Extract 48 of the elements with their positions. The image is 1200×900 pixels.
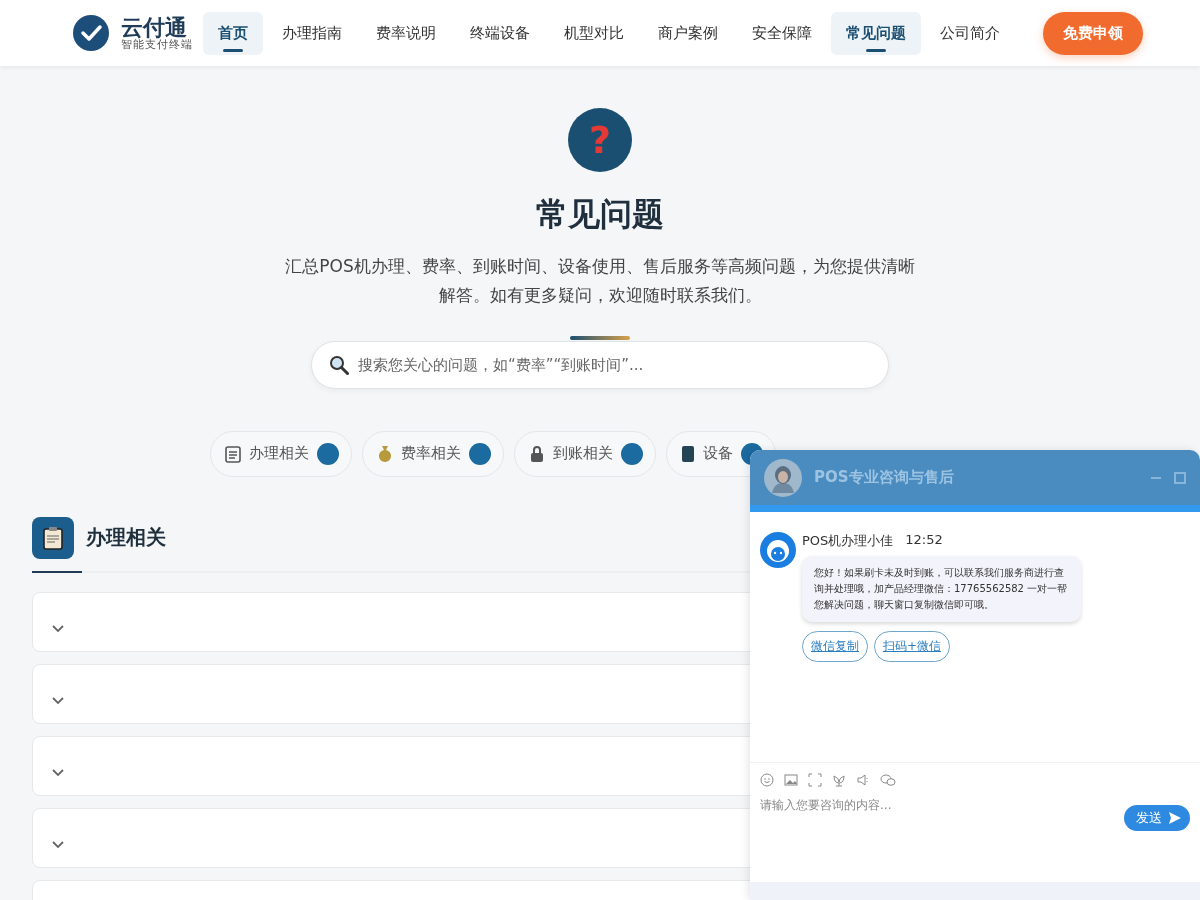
logo-title: 云付通 [121, 15, 187, 39]
chevron-icon [52, 840, 64, 849]
category-tab[interactable]: 到账相关 [514, 430, 656, 477]
sender-name: POS机办理小佳 [802, 532, 894, 550]
speaker-icon[interactable] [856, 773, 870, 787]
clipboard-icon [32, 516, 74, 559]
nav-link[interactable]: 办理指南 [267, 11, 357, 55]
emoji-icon[interactable] [760, 773, 774, 787]
chat-bubbles-icon[interactable] [880, 773, 896, 787]
image-icon[interactable] [784, 773, 798, 787]
logo-subtitle: 智能支付终端 [121, 38, 193, 51]
count-badge [469, 442, 491, 465]
nav-link[interactable]: 首页 [203, 11, 263, 55]
send-icon [1168, 811, 1182, 825]
flower-icon[interactable] [832, 773, 846, 787]
nav-link[interactable]: 费率说明 [361, 11, 451, 55]
clipboard-icon [225, 444, 241, 463]
category-tab[interactable]: 办理相关 [210, 430, 352, 477]
chat-title: POS专业咨询与售后 [814, 468, 954, 487]
category-tab[interactable]: 费率相关 [362, 430, 504, 477]
count-badge [621, 442, 643, 465]
lock-icon [529, 444, 545, 463]
chevron-icon [52, 624, 64, 633]
nav-link[interactable]: 机型对比 [549, 11, 639, 55]
page-title: 常见问题 [536, 194, 664, 235]
chevron-icon [52, 768, 64, 777]
message-time: 12:52 [905, 532, 943, 549]
send-button[interactable]: 发送 [1124, 805, 1190, 831]
check-logo-icon [73, 15, 109, 51]
nav-link[interactable]: 商户案例 [643, 11, 733, 55]
agent-avatar-icon [764, 458, 802, 497]
message-bubble: 您好！如果刷卡未及时到账，可以联系我们服务商进行查询并处理哦，加产品经理微信：17765562582 一对一帮您解决问题，聊天窗口复制微信即可哦。 [802, 556, 1081, 622]
nav-link[interactable]: 安全保障 [737, 11, 827, 55]
question-icon: ? [568, 108, 632, 172]
search-field[interactable]: 搜索您关心的问题，如“费率”“到账时间”... [311, 340, 889, 389]
money-bag-icon [377, 444, 393, 463]
device-icon [681, 444, 695, 463]
count-badge [317, 442, 339, 465]
maximize-icon[interactable] [1174, 471, 1186, 484]
search-icon [329, 354, 349, 375]
nav-link[interactable]: 终端设备 [455, 11, 545, 55]
page-description: 汇总POS机办理、费率、到账时间、设备使用、售后服务等高频问题，为您提供清晰解答。如有更多疑问，欢迎随时联系我们。 [285, 254, 915, 307]
nav-link[interactable]: 常见问题 [831, 11, 921, 55]
nav-link[interactable]: 公司简介 [925, 11, 1015, 55]
screenshot-icon[interactable] [808, 773, 822, 787]
bot-avatar-icon [760, 532, 796, 568]
chevron-icon [52, 696, 64, 705]
section-title: 办理相关 [86, 524, 166, 552]
